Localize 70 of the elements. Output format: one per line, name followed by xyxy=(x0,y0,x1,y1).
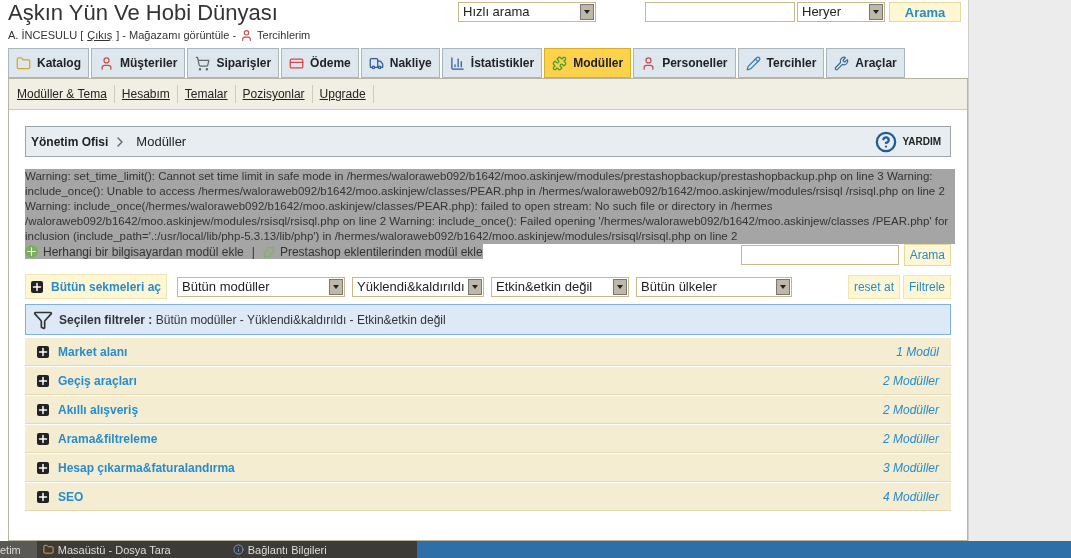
nav-tab[interactable]: Modüller xyxy=(544,48,632,78)
category-name: Geçiş araçları xyxy=(58,372,137,390)
filter-select[interactable]: Yüklendi&kaldırıldı xyxy=(352,276,485,297)
selected-filters-text: Seçilen filtreler : Bütün modüller - Yüklendi&kaldırıldı - Etkin&etkin değil xyxy=(59,311,446,329)
nav-tab[interactable]: Katalog xyxy=(8,48,89,78)
nav-tab[interactable]: Tercihler xyxy=(737,48,825,78)
quick-search-select[interactable]: Hızlı arama xyxy=(458,2,596,22)
folder-icon xyxy=(42,544,54,555)
subnav-link[interactable]: Upgrade xyxy=(312,85,374,103)
user-icon xyxy=(641,55,657,71)
help-icon xyxy=(875,130,898,153)
nav-tab[interactable]: İstatistikler xyxy=(441,48,543,78)
category-name: Akıllı alışveriş xyxy=(58,401,139,419)
user-name: A. İNCESULU [ xyxy=(8,27,84,43)
logout-link[interactable]: Çıkış xyxy=(87,26,113,44)
taskbar-item[interactable]: Bağlantı Bilgileri xyxy=(226,541,417,558)
subnav-link[interactable]: Pozisyonlar xyxy=(235,85,313,103)
category-name: Hesap çıkarma&faturalandırma xyxy=(58,459,235,477)
nav-tab[interactable]: Müşteriler xyxy=(91,48,186,78)
addons-link[interactable]: Prestashop eklentilerinden modül ekle xyxy=(279,242,483,261)
module-search-field[interactable] xyxy=(740,245,899,265)
module-search-button[interactable]: Arama xyxy=(903,244,951,266)
search-scope-select[interactable]: Heryer xyxy=(797,2,885,22)
taskbar-item[interactable]: etim xyxy=(0,541,37,558)
reset-button[interactable]: reset at xyxy=(847,274,900,299)
bar-chart-icon xyxy=(449,55,465,71)
breadcrumb-root[interactable]: Yönetim Ofisi xyxy=(31,132,109,151)
subnav-link[interactable]: Modüller & Tema xyxy=(16,85,115,103)
view-store-link[interactable]: ] - Mağazamı görüntüle - xyxy=(116,26,237,44)
user-icon xyxy=(99,55,114,71)
plus-square-icon xyxy=(31,280,43,293)
module-count: 1 Modül xyxy=(896,343,939,361)
module-count: 2 Modüller xyxy=(882,401,939,419)
truck-icon xyxy=(368,55,384,71)
filter-select[interactable]: Etkin&etkin değil xyxy=(491,276,630,297)
filter-select[interactable]: Bütün ülkeler xyxy=(636,276,793,297)
subnav-link[interactable]: Hesabım xyxy=(114,85,178,103)
shop-title: Aşkın Yün Ve Hobi Dünyası xyxy=(8,0,279,25)
taskbar-item[interactable]: Masaüstü - Dosya Tara xyxy=(36,541,227,558)
category-name: SEO xyxy=(58,488,84,506)
card-icon xyxy=(289,55,305,71)
pencil-icon xyxy=(745,55,761,71)
breadcrumb-current: Modüller xyxy=(136,132,187,151)
warning-text: Warning: set_time_limit(): Cannot set time limit in safe mode in /hermes/waloraweb092/b1642/moo.askinjew/modules/prestashopbackup/prestashopbackup.php on line 3 Warning: include_once(): Unable to access /hermes/waloraweb092/b1642/moo.askinjew/classes/PEAR.php in /hermes/waloraweb092/b1642/moo.askinjew/modules/rsisql /rsisql.php on line 2 Warning: include_once(/hermes/waloraweb092/b1642/moo.askinjew/classes/PEAR.php): failed to open stream: No such file or directory in /hermes /waloraweb092/b1642/moo.askinjew/modules/rsisql/rsisql.php on line 2 Warning: include_once(): Failed opening '/hermes/waloraweb092/b1642/moo.askinjew/classes /PEAR.php' for inclusion (include_path='.:/usr/local/lib/php-5.3.13/lib/php') in /hermes/waloraweb092/b1642/moo.askinjew/modules/rsisql/rsisql.php on line 2 xyxy=(25,169,955,244)
subnav-link[interactable]: Temalar xyxy=(177,85,236,103)
preferences-link[interactable]: Tercihlerim xyxy=(257,26,311,44)
nav-tab[interactable]: Araçlar xyxy=(826,48,905,78)
module-count: 2 Modüller xyxy=(882,372,939,390)
module-count: 4 Modüller xyxy=(882,488,939,506)
cart-icon xyxy=(195,55,211,71)
module-count: 3 Modüller xyxy=(882,459,939,477)
category-name: Arama&filtreleme xyxy=(58,430,158,448)
nav-tab[interactable]: Ödeme xyxy=(281,48,359,78)
nav-tab[interactable]: Siparişler xyxy=(187,48,280,78)
puzzle-icon xyxy=(552,55,568,71)
user-icon xyxy=(240,28,254,42)
help-link[interactable]: YARDIM xyxy=(902,134,941,149)
category-name: Market alanı xyxy=(58,343,128,361)
module-count: 2 Modüller xyxy=(882,430,939,448)
info-icon xyxy=(232,544,244,555)
add-module-link[interactable]: Herhangi bir bilgisayardan modül ekle xyxy=(43,242,244,261)
nav-tab[interactable]: Personeller xyxy=(633,48,736,78)
search-field[interactable] xyxy=(645,2,795,22)
filter-select[interactable]: Bütün modüller xyxy=(177,276,346,297)
wrench-icon xyxy=(834,55,850,71)
folder-icon xyxy=(16,55,31,71)
nav-tab[interactable]: Nakliye xyxy=(360,48,440,78)
puzzle-icon xyxy=(262,245,275,258)
link-separator: | xyxy=(250,243,256,261)
filter-icon xyxy=(33,309,53,330)
